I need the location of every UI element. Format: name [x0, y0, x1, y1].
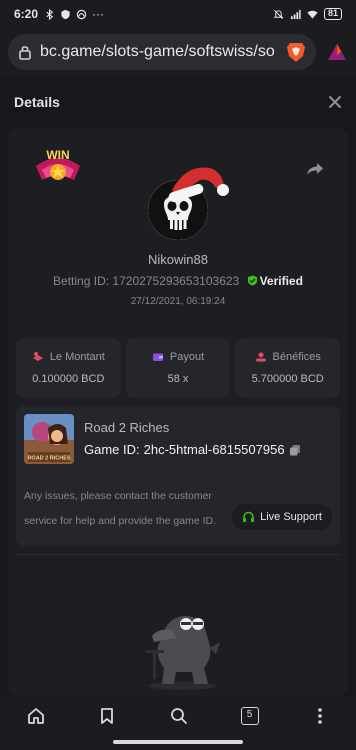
clock: 6:20 [14, 7, 39, 21]
stat-profit: Bénéfices 5.700000 BCD [235, 338, 341, 398]
stat-label: Le Montant [49, 351, 105, 363]
signal-icon [290, 9, 301, 19]
search-icon[interactable] [169, 706, 189, 726]
username: Nikowin88 [148, 252, 208, 267]
bet-timestamp: 27/12/2021, 06:19:24 [130, 296, 226, 307]
coins-icon [255, 352, 266, 362]
browser-bottom-nav: 5 [0, 696, 356, 736]
browser-toolbar: bc.game/slots-game/softswiss/so [0, 28, 356, 76]
betting-id-row: Betting ID: 1720275293653103623 Verified [8, 274, 348, 288]
lock-icon[interactable] [18, 44, 32, 60]
verified-label: Verified [259, 274, 303, 288]
battery-indicator: 81 [323, 8, 342, 20]
stat-value: 58 x [167, 373, 189, 385]
status-bar: 6:20 ··· 81 [0, 0, 356, 28]
details-page: Details WIN Nikowin88 Betting ID: 172027… [0, 76, 356, 696]
home-icon[interactable] [26, 706, 46, 726]
live-support-button[interactable]: Live Support [232, 504, 332, 530]
money-icon [32, 352, 43, 361]
verified-check-icon [247, 275, 257, 286]
gesture-area [0, 736, 356, 750]
game-thumbnail-text: ROAD 2 RICHES [27, 456, 70, 462]
share-icon[interactable] [306, 160, 324, 178]
live-support-label: Live Support [260, 511, 322, 523]
game-name: Road 2 Riches [84, 420, 170, 435]
wallet-icon [152, 353, 163, 361]
wifi-icon [307, 10, 318, 19]
win-badge: WIN [36, 148, 80, 180]
brave-shields-icon[interactable] [286, 41, 306, 63]
page-title: Details [14, 94, 60, 110]
game-info-box: ROAD 2 RICHES Road 2 Riches Game ID: 2hc-… [16, 406, 340, 546]
stat-label: Payout [169, 351, 205, 363]
game-id: 2hc-5htmal-6815507956 [143, 442, 285, 457]
close-icon[interactable] [328, 95, 342, 109]
more-notifications: ··· [92, 7, 105, 21]
mute-icon [273, 9, 284, 19]
vpn-icon [76, 9, 87, 19]
game-thumbnail[interactable]: ROAD 2 RICHES [24, 414, 74, 464]
home-gesture-bar[interactable] [113, 740, 243, 744]
headset-icon [243, 511, 255, 522]
stat-value: 0.100000 BCD [32, 373, 105, 385]
game-id-label: Game ID: [84, 442, 140, 457]
betting-id: 1720275293653103623 [112, 274, 240, 288]
stat-amount: Le Montant 0.100000 BCD [16, 338, 121, 398]
game-thumbnail-image: ROAD 2 RICHES [24, 414, 74, 464]
address-bar[interactable]: bc.game/slots-game/softswiss/so [8, 34, 316, 70]
url-text[interactable]: bc.game/slots-game/softswiss/so [40, 43, 278, 61]
stat-payout: Payout 58 x [125, 338, 231, 398]
bet-details-card: WIN Nikowin88 Betting ID: 17202752936531… [8, 128, 348, 696]
game-id-row: Game ID: 2hc-5htmal-6815507956 [84, 442, 301, 457]
divider [16, 554, 340, 555]
crocodile-mascot-icon [146, 616, 220, 690]
details-header: Details [0, 76, 356, 128]
copy-icon[interactable] [289, 444, 301, 456]
bat-rewards-icon[interactable] [326, 41, 348, 63]
win-badge-text: WIN [46, 148, 69, 162]
tabs-button[interactable]: 5 [240, 707, 259, 725]
stat-value: 5.700000 BCD [251, 373, 324, 385]
santa-hat-icon [168, 167, 229, 203]
stat-label: Bénéfices [272, 351, 321, 363]
bluetooth-icon [46, 8, 54, 20]
shield-status-icon [61, 9, 70, 19]
betting-id-label: Betting ID: [53, 274, 113, 288]
help-text: Any issues, please contact the customer … [24, 490, 217, 527]
more-menu-icon[interactable] [310, 706, 330, 726]
bet-stats: Le Montant 0.100000 BCD Payout 58 x Béné… [16, 338, 341, 398]
bookmark-icon[interactable] [97, 706, 117, 726]
